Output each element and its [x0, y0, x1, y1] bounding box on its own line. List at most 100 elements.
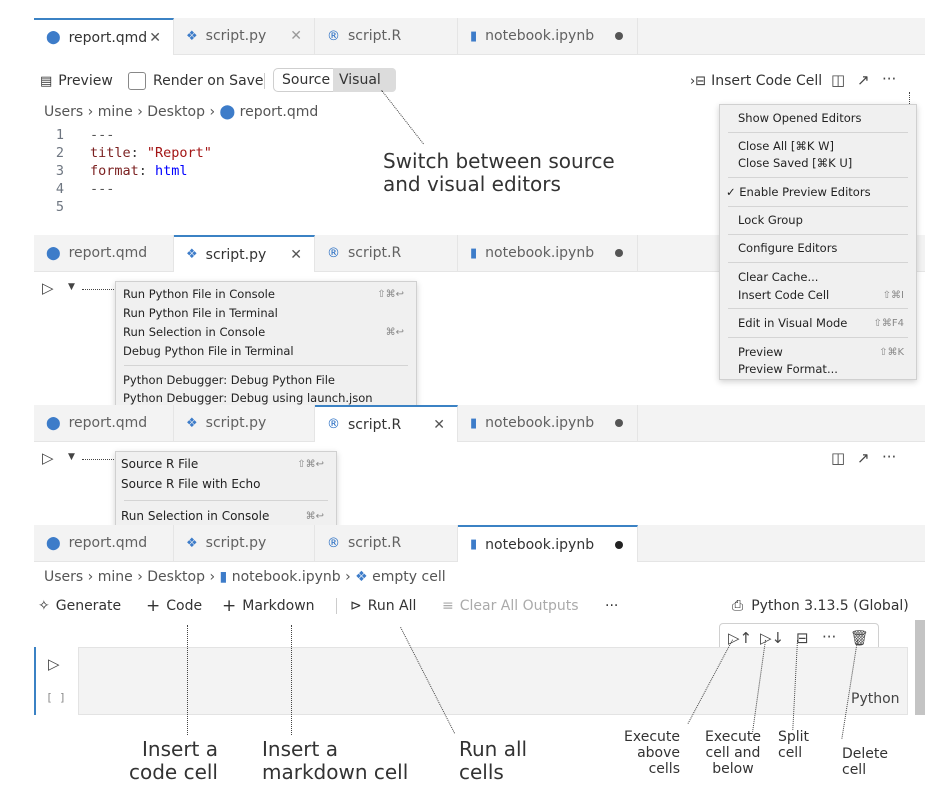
checkbox[interactable] — [128, 72, 146, 90]
callout-line — [82, 459, 114, 460]
tab-label: notebook.ipynb — [485, 245, 595, 261]
breadcrumb-item[interactable]: Users — [44, 569, 83, 585]
add-code-cell-button[interactable]: + Code — [146, 592, 202, 620]
tab-notebook[interactable]: ▮ notebook.ipynb — [458, 18, 638, 54]
menu-item[interactable]: Debug Python File in Terminal — [116, 342, 416, 360]
breadcrumb-item[interactable]: Desktop — [147, 569, 205, 585]
tab-notebook[interactable]: ▮ notebook.ipynb — [458, 405, 638, 441]
run-dropdown-icon[interactable]: ▼ — [68, 282, 75, 292]
menu-item[interactable]: Clear Cache... — [720, 268, 916, 286]
menu-item[interactable]: Python Debugger: Debug Python File — [116, 371, 416, 389]
more-icon[interactable]: ··· — [822, 628, 836, 646]
more-actions-icon[interactable]: ··· — [882, 448, 896, 466]
tab-script-r[interactable]: ® script.R — [315, 525, 458, 561]
more-actions-icon[interactable]: ··· — [605, 592, 618, 620]
menu-item[interactable]: Run Python File in Console ⇧⌘↩ — [116, 285, 416, 303]
tab-report-qmd[interactable]: ⬤ report.qmd — [34, 525, 174, 561]
menu-item[interactable]: Close All [⌘K W] — [720, 137, 916, 155]
notebook-toolbar: ✧ Generate + Code + Markdown ⊳ Run All ≡… — [34, 592, 925, 620]
menu-item[interactable]: Source R File ⇧⌘↩ — [116, 455, 336, 473]
breadcrumb-item[interactable]: mine — [98, 569, 133, 585]
run-icon[interactable]: ▷ — [42, 449, 54, 467]
add-markdown-cell-button[interactable]: + Markdown — [222, 592, 315, 620]
unsaved-dot-icon — [615, 419, 623, 427]
tab-label: notebook.ipynb — [485, 28, 595, 44]
breadcrumb-item[interactable]: Desktop — [147, 104, 205, 120]
menu-item[interactable]: Run Selection in Console ⌘↩ — [116, 323, 416, 341]
tab-report-qmd[interactable]: ⬤ report.qmd ✕ — [34, 18, 174, 55]
close-icon[interactable]: ✕ — [290, 28, 302, 44]
code-editor[interactable]: 1 --- 2 title: "Report" 3 format: html 4 ---… — [34, 126, 212, 216]
close-icon[interactable]: ✕ — [433, 417, 445, 433]
menu-item[interactable]: Configure Editors — [720, 239, 916, 257]
tab-bar: ⬤ report.qmd ❖ script.py ® script.R ✕ ▮ … — [34, 405, 925, 442]
visual-tab[interactable]: Visual — [333, 68, 396, 92]
menu-item[interactable]: Source R File with Echo — [116, 475, 336, 493]
split-editor-icon[interactable]: ◫ — [831, 71, 845, 89]
tab-notebook[interactable]: ▮ notebook.ipynb — [458, 525, 638, 562]
more-actions-menu: Show Opened Editors Close All [⌘K W] Clo… — [719, 104, 917, 380]
kernel-picker[interactable]: ⎙ Python 3.13.5 (Global) — [732, 592, 909, 620]
tab-notebook[interactable]: ▮ notebook.ipynb — [458, 235, 638, 271]
quarto-icon: ⬤ — [46, 415, 61, 431]
tab-report-qmd[interactable]: ⬤ report.qmd — [34, 405, 174, 441]
tab-script-py[interactable]: ❖ script.py — [174, 405, 315, 441]
run-icon[interactable]: ▷ — [42, 279, 54, 297]
split-cell-icon[interactable]: ⊟ — [796, 629, 809, 647]
close-icon[interactable]: ✕ — [149, 30, 161, 46]
tab-script-r[interactable]: ® script.R ✕ — [315, 405, 458, 442]
breadcrumb-item[interactable]: empty cell — [372, 569, 445, 585]
tab-script-r[interactable]: ® script.R — [315, 235, 458, 271]
cell-language[interactable]: Python — [851, 691, 900, 707]
toolbar-divider — [336, 598, 337, 614]
menu-item[interactable]: Insert Code Cell ⇧⌘I — [720, 286, 916, 304]
delete-icon[interactable]: 🗑 — [850, 629, 869, 647]
menu-item[interactable]: Show Opened Editors — [720, 109, 916, 127]
tab-report-qmd[interactable]: ⬤ report.qmd — [34, 235, 174, 271]
breadcrumb-item[interactable]: report.qmd — [240, 104, 319, 120]
menu-item[interactable]: Lock Group — [720, 211, 916, 229]
preview-button[interactable]: ▤ Preview — [40, 67, 113, 95]
run-cell-icon[interactable]: ▷ — [48, 655, 60, 673]
run-all-button[interactable]: ⊳ Run All — [350, 592, 416, 620]
python-icon: ❖ — [186, 247, 198, 262]
menu-separator — [728, 262, 908, 263]
breadcrumb-item[interactable]: notebook.ipynb — [232, 569, 341, 585]
code-cell[interactable]: ▷ [ ] Python — [34, 647, 914, 715]
split-editor-icon[interactable]: ◫ — [831, 449, 845, 467]
menu-item[interactable]: Close Saved [⌘K U] — [720, 154, 916, 172]
breadcrumb-item[interactable]: mine — [98, 104, 133, 120]
tab-script-py[interactable]: ❖ script.py ✕ — [174, 18, 315, 54]
clear-outputs-button[interactable]: ≡ Clear All Outputs — [442, 592, 579, 620]
menu-item[interactable]: Preview ⇧⌘K — [720, 343, 916, 361]
tab-label: script.R — [348, 28, 402, 44]
menu-item[interactable]: Preview Format... — [720, 360, 916, 378]
scrollbar[interactable] — [915, 620, 925, 715]
tab-script-r[interactable]: ® script.R — [315, 18, 458, 54]
tab-script-py[interactable]: ❖ script.py ✕ — [174, 235, 315, 272]
run-dropdown-icon[interactable]: ▼ — [68, 452, 75, 462]
more-actions-icon[interactable]: ··· — [882, 70, 896, 88]
tab-label: script.py — [205, 246, 267, 263]
callout-line — [909, 92, 910, 104]
plus-icon: + — [222, 596, 237, 616]
menu-item[interactable]: ✓ Enable Preview Editors — [720, 183, 916, 201]
execute-above-icon[interactable]: ▷↑ — [728, 629, 752, 647]
menu-item[interactable]: Edit in Visual Mode ⇧⌘F4 — [720, 314, 916, 332]
tab-bar: ⬤ report.qmd ✕ ❖ script.py ✕ ® script.R … — [34, 18, 925, 55]
render-on-save-toggle[interactable]: Render on Save — [128, 67, 264, 95]
source-tab[interactable]: Source — [282, 72, 330, 88]
breadcrumb-item[interactable]: Users — [44, 104, 83, 120]
close-icon[interactable]: ✕ — [290, 247, 302, 263]
tab-label: script.R — [348, 416, 402, 433]
cell-input[interactable] — [78, 647, 908, 715]
insert-code-cell-button[interactable]: ›⊟ Insert Code Cell — [690, 67, 822, 95]
open-external-icon[interactable]: ↗ — [857, 71, 870, 89]
tab-script-py[interactable]: ❖ script.py — [174, 525, 315, 561]
menu-item[interactable]: Run Python File in Terminal — [116, 304, 416, 322]
generate-button[interactable]: ✧ Generate — [38, 592, 121, 620]
open-external-icon[interactable]: ↗ — [857, 449, 870, 467]
menu-separator — [728, 337, 908, 338]
quarto-icon: ⬤ — [46, 245, 61, 261]
menu-item[interactable]: Run Selection in Console ⌘↩ — [116, 507, 336, 525]
